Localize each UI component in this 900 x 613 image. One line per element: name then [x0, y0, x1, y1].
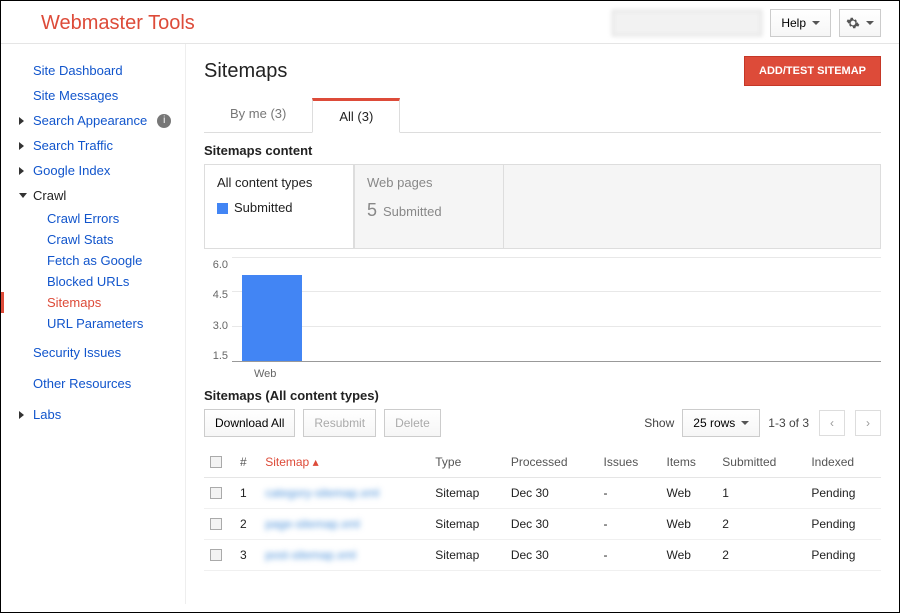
cell-indexed: Pending: [805, 478, 881, 509]
col-type[interactable]: Type: [429, 447, 505, 478]
rows-selector[interactable]: 25 rows: [682, 409, 760, 437]
content-type-all-title: All content types: [217, 175, 341, 190]
prev-page-button[interactable]: ‹: [819, 410, 845, 436]
sidebar-sub-blocked[interactable]: Blocked URLs: [19, 271, 185, 292]
cell-issues: -: [598, 478, 661, 509]
sidebar-sub-crawl-stats[interactable]: Crawl Stats: [19, 229, 185, 250]
content-type-all[interactable]: All content types Submitted: [204, 164, 354, 249]
info-icon: i: [157, 114, 171, 128]
page-range: 1-3 of 3: [768, 416, 809, 430]
ytick: 4.5: [204, 289, 228, 301]
table-row[interactable]: 1 category-sitemap.xml Sitemap Dec 30 - …: [204, 478, 881, 509]
col-items[interactable]: Items: [661, 447, 717, 478]
content-type-web[interactable]: Web pages 5 Submitted: [354, 164, 504, 249]
chart: 6.0 4.5 3.0 1.5 Web: [204, 257, 881, 382]
site-selector[interactable]: [612, 10, 762, 36]
sidebar-item-dashboard[interactable]: Site Dashboard: [19, 58, 185, 83]
cell-type: Sitemap: [429, 509, 505, 540]
page-title: Sitemaps: [204, 60, 287, 83]
row-checkbox[interactable]: [210, 487, 222, 499]
chart-xlabel: Web: [254, 368, 276, 380]
sidebar: Site Dashboard Site Messages Search Appe…: [1, 44, 186, 604]
help-label: Help: [781, 16, 806, 30]
content-type-all-label: Submitted: [234, 200, 293, 215]
cell-sitemap[interactable]: post-sitemap.xml: [259, 540, 429, 571]
cell-sitemap[interactable]: page-sitemap.xml: [259, 509, 429, 540]
cell-submitted: 1: [716, 478, 805, 509]
section-title-content: Sitemaps content: [204, 143, 881, 158]
gear-icon: [846, 16, 860, 30]
chevron-down-icon: [741, 421, 749, 425]
cell-indexed: Pending: [805, 540, 881, 571]
content-type-web-count: 5: [367, 200, 377, 220]
delete-button[interactable]: Delete: [384, 409, 441, 437]
cell-items: Web: [661, 540, 717, 571]
add-test-sitemap-button[interactable]: ADD/TEST SITEMAP: [744, 56, 881, 86]
sidebar-item-search-traffic[interactable]: Search Traffic: [19, 133, 185, 158]
download-all-button[interactable]: Download All: [204, 409, 295, 437]
tab-all[interactable]: All (3): [312, 98, 400, 133]
cell-processed: Dec 30: [505, 509, 598, 540]
col-indexed[interactable]: Indexed: [805, 447, 881, 478]
chart-bar-web: [242, 275, 302, 361]
col-issues[interactable]: Issues: [598, 447, 661, 478]
sidebar-sub-fetch[interactable]: Fetch as Google: [19, 250, 185, 271]
table-row[interactable]: 2 page-sitemap.xml Sitemap Dec 30 - Web …: [204, 509, 881, 540]
content-type-web-title: Web pages: [367, 175, 491, 190]
cell-issues: -: [598, 540, 661, 571]
legend-chip: [217, 203, 228, 214]
col-num[interactable]: #: [234, 447, 259, 478]
resubmit-button[interactable]: Resubmit: [303, 409, 376, 437]
chevron-down-icon: [812, 21, 820, 25]
sidebar-sub-url-params[interactable]: URL Parameters: [19, 313, 185, 334]
tab-by-me[interactable]: By me (3): [204, 98, 312, 132]
show-label: Show: [644, 416, 674, 430]
sidebar-sub-sitemaps[interactable]: Sitemaps: [19, 292, 185, 313]
sidebar-item-other[interactable]: Other Resources: [19, 371, 185, 396]
ytick: 3.0: [204, 320, 228, 332]
sidebar-item-google-index[interactable]: Google Index: [19, 158, 185, 183]
ytick: 6.0: [204, 259, 228, 271]
content-type-filler: [504, 164, 881, 249]
cell-submitted: 2: [716, 540, 805, 571]
section-title-table: Sitemaps (All content types): [204, 388, 881, 403]
cell-num: 2: [234, 509, 259, 540]
cell-issues: -: [598, 509, 661, 540]
sidebar-sub-crawl-errors[interactable]: Crawl Errors: [19, 208, 185, 229]
cell-items: Web: [661, 509, 717, 540]
next-page-button[interactable]: ›: [855, 410, 881, 436]
cell-items: Web: [661, 478, 717, 509]
cell-indexed: Pending: [805, 509, 881, 540]
col-sitemap[interactable]: Sitemap ▴: [259, 447, 429, 478]
tabs: By me (3) All (3): [204, 98, 881, 133]
sidebar-item-labs[interactable]: Labs: [19, 402, 185, 427]
col-processed[interactable]: Processed: [505, 447, 598, 478]
cell-processed: Dec 30: [505, 540, 598, 571]
sitemaps-table: # Sitemap ▴ Type Processed Issues Items …: [204, 447, 881, 571]
cell-type: Sitemap: [429, 478, 505, 509]
row-checkbox[interactable]: [210, 549, 222, 561]
table-row[interactable]: 3 post-sitemap.xml Sitemap Dec 30 - Web …: [204, 540, 881, 571]
sidebar-item-messages[interactable]: Site Messages: [19, 83, 185, 108]
row-checkbox[interactable]: [210, 518, 222, 530]
sidebar-item-security[interactable]: Security Issues: [19, 340, 185, 365]
sidebar-item-search-appearance[interactable]: Search Appearancei: [19, 108, 185, 133]
cell-sitemap[interactable]: category-sitemap.xml: [259, 478, 429, 509]
cell-type: Sitemap: [429, 540, 505, 571]
chevron-down-icon: [866, 21, 874, 25]
cell-num: 3: [234, 540, 259, 571]
col-submitted[interactable]: Submitted: [716, 447, 805, 478]
brand-title: Webmaster Tools: [41, 12, 195, 35]
cell-num: 1: [234, 478, 259, 509]
select-all-checkbox[interactable]: [210, 456, 222, 468]
ytick: 1.5: [204, 350, 228, 362]
settings-button[interactable]: [839, 9, 881, 37]
cell-processed: Dec 30: [505, 478, 598, 509]
help-button[interactable]: Help: [770, 9, 831, 37]
sidebar-item-crawl[interactable]: Crawl: [19, 183, 185, 208]
content-type-web-label: Submitted: [383, 204, 442, 219]
cell-submitted: 2: [716, 509, 805, 540]
